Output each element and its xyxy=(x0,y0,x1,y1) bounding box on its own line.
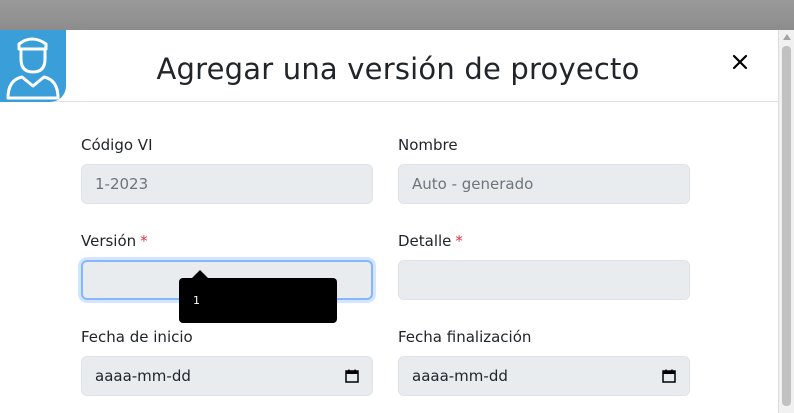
fecha-fin-label: Fecha finalización xyxy=(398,328,532,346)
detalle-label-text: Detalle xyxy=(398,232,452,250)
nombre-label: Nombre xyxy=(398,136,458,154)
fecha-fin-field[interactable]: aaaa-mm-dd xyxy=(398,356,690,396)
codigo-label: Código VI xyxy=(81,136,153,154)
close-button[interactable] xyxy=(728,50,752,74)
fecha-inicio-field[interactable]: aaaa-mm-dd xyxy=(81,356,373,396)
page-backdrop xyxy=(0,0,794,30)
scroll-up-icon[interactable] xyxy=(783,34,791,40)
add-project-version-modal: Agregar una versión de proyecto Código V… xyxy=(0,30,778,413)
nombre-field: Auto - generado xyxy=(398,164,690,204)
modal-title: Agregar una versión de proyecto xyxy=(156,52,640,86)
vertical-scrollbar[interactable] xyxy=(778,30,794,413)
fecha-fin-placeholder: aaaa-mm-dd xyxy=(412,367,508,385)
version-label: Versión * xyxy=(81,232,148,250)
required-marker: * xyxy=(140,232,148,250)
calendar-icon[interactable] xyxy=(344,368,360,384)
codigo-field: 1-2023 xyxy=(81,164,373,204)
fecha-inicio-label: Fecha de inicio xyxy=(81,328,193,346)
version-label-text: Versión xyxy=(81,232,137,250)
modal-header: Agregar una versión de proyecto xyxy=(0,30,778,102)
validation-tooltip: 1 xyxy=(179,278,337,323)
close-icon xyxy=(732,54,748,70)
scrollbar-thumb[interactable] xyxy=(782,46,791,406)
required-marker: * xyxy=(455,232,463,250)
detalle-label: Detalle * xyxy=(398,232,463,250)
detalle-field[interactable] xyxy=(398,260,690,300)
tooltip-arrow xyxy=(192,270,208,278)
fecha-inicio-placeholder: aaaa-mm-dd xyxy=(95,367,191,385)
calendar-icon[interactable] xyxy=(661,368,677,384)
